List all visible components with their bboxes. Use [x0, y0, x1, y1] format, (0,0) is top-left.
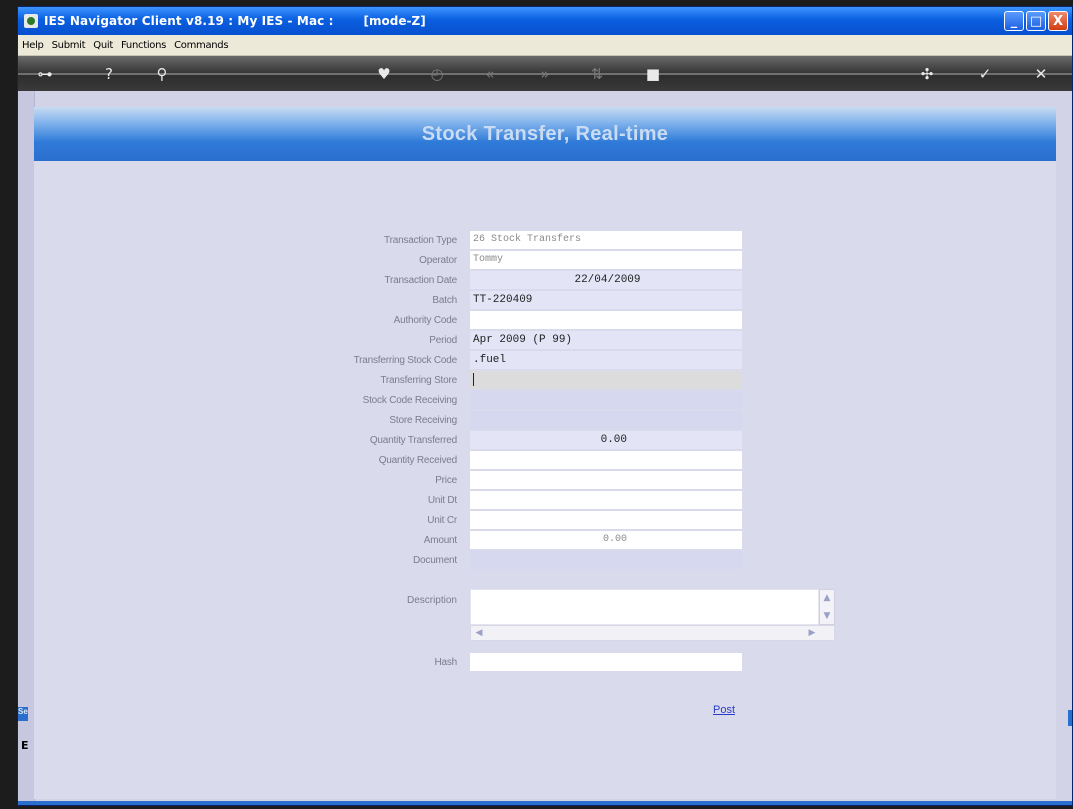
stop-icon[interactable]: ■ [643, 64, 663, 84]
text-cursor [473, 372, 474, 386]
scroll-up-icon[interactable]: ▲ [820, 591, 834, 605]
side-box-label: E [21, 739, 29, 752]
label-price: Price [435, 475, 457, 486]
label-transferring-stock-code: Transferring Stock Code [353, 355, 458, 366]
title-bar: IES Navigator Client v8.19 : My IES - Ma… [18, 7, 1072, 35]
description-textarea[interactable] [470, 589, 819, 625]
label-amount: Amount [423, 535, 457, 546]
window-title: IES Navigator Client v8.19 : My IES - Ma… [44, 14, 334, 28]
close-window-button[interactable]: X [1048, 11, 1068, 31]
field-batch[interactable]: TT-220409 [470, 291, 742, 309]
menu-submit[interactable]: Submit [52, 40, 86, 51]
help-icon[interactable]: ? [99, 64, 119, 84]
description-horizontal-scrollbar[interactable]: ◀ ▶ [470, 625, 835, 641]
close-icon[interactable]: ✕ [1031, 64, 1051, 84]
field-transaction-date[interactable]: 22/04/2009 [470, 271, 742, 289]
field-amount[interactable]: 0.00 [470, 531, 742, 549]
field-store-receiving[interactable] [470, 411, 742, 429]
label-batch: Batch [432, 295, 457, 306]
menu-help[interactable]: Help [22, 40, 44, 51]
bottom-border [18, 801, 1072, 805]
left-strip [18, 91, 35, 805]
up-down-icon[interactable]: ⇅ [587, 64, 607, 84]
label-quantity-transferred: Quantity Transferred [369, 435, 457, 446]
toolbar: ⊶ ? ⚲ ♥ ◴ « » ⇅ ■ ✣ ✓ ✕ [18, 56, 1072, 94]
label-period: Period [429, 335, 457, 346]
field-price[interactable] [470, 471, 742, 489]
field-transferring-stock-code[interactable]: .fuel [470, 351, 742, 369]
search-icon[interactable]: ⚲ [152, 64, 172, 84]
label-stock-code-receiving: Stock Code Receiving [362, 395, 458, 406]
app-window: IES Navigator Client v8.19 : My IES - Ma… [17, 6, 1073, 806]
rewind-icon[interactable]: « [480, 64, 500, 84]
fast-forward-icon[interactable]: » [535, 64, 555, 84]
page-banner: Stock Transfer, Real-time [34, 107, 1056, 161]
side-tab[interactable]: Se [18, 707, 28, 721]
label-document: Document [413, 555, 457, 566]
app-logo-icon [24, 14, 38, 28]
label-hash: Hash [434, 657, 457, 668]
field-unit-cr[interactable] [470, 511, 742, 529]
menu-commands[interactable]: Commands [174, 40, 229, 51]
field-hash[interactable] [470, 653, 742, 671]
right-edge-marker [1068, 710, 1072, 726]
post-link[interactable]: Post [713, 704, 735, 716]
field-document[interactable] [470, 551, 742, 569]
menu-quit[interactable]: Quit [93, 40, 113, 51]
window-mode: [mode-Z] [363, 14, 426, 28]
check-icon[interactable]: ✓ [975, 64, 995, 84]
target-icon[interactable]: ✣ [917, 64, 937, 84]
key-icon[interactable]: ⊶ [35, 64, 55, 84]
label-description: Description [406, 595, 457, 606]
label-unit-dt: Unit Dt [427, 495, 457, 506]
menu-functions[interactable]: Functions [121, 40, 166, 51]
label-transaction-date: Transaction Date [384, 275, 457, 286]
menu-bar: Help Submit Quit Functions Commands [18, 35, 1072, 56]
scroll-right-icon[interactable]: ▶ [805, 626, 819, 640]
label-authority-code: Authority Code [393, 315, 458, 326]
scroll-down-icon[interactable]: ▼ [820, 609, 834, 623]
field-stock-code-receiving[interactable] [470, 391, 742, 409]
form-page: Stock Transfer, Real-time Transaction Ty… [34, 107, 1056, 799]
minimize-button[interactable]: _ [1004, 11, 1024, 31]
page-title: Stock Transfer, Real-time [421, 122, 669, 145]
field-transferring-store[interactable] [470, 371, 742, 389]
description-vertical-scrollbar[interactable]: ▲ ▼ [819, 589, 835, 625]
maximize-button[interactable]: □ [1026, 11, 1046, 31]
label-transferring-store: Transferring Store [380, 375, 457, 386]
label-operator: Operator [419, 255, 457, 266]
field-operator[interactable]: Tommy [470, 251, 742, 269]
label-unit-cr: Unit Cr [427, 515, 457, 526]
content-area: Se E Stock Transfer, Real-time Transacti… [18, 91, 1072, 805]
field-authority-code[interactable] [470, 311, 742, 329]
label-transaction-type: Transaction Type [384, 235, 457, 246]
field-period[interactable]: Apr 2009 (P 99) [470, 331, 742, 349]
clock-icon[interactable]: ◴ [427, 64, 447, 84]
label-quantity-received: Quantity Received [378, 455, 458, 466]
label-store-receiving: Store Receiving [389, 415, 457, 426]
field-quantity-transferred[interactable]: 0.00 [470, 431, 742, 449]
field-unit-dt[interactable] [470, 491, 742, 509]
scroll-left-icon[interactable]: ◀ [472, 626, 486, 640]
field-quantity-received[interactable] [470, 451, 742, 469]
field-transaction-type[interactable]: 26 Stock Transfers [470, 231, 742, 249]
heart-icon[interactable]: ♥ [374, 64, 394, 84]
